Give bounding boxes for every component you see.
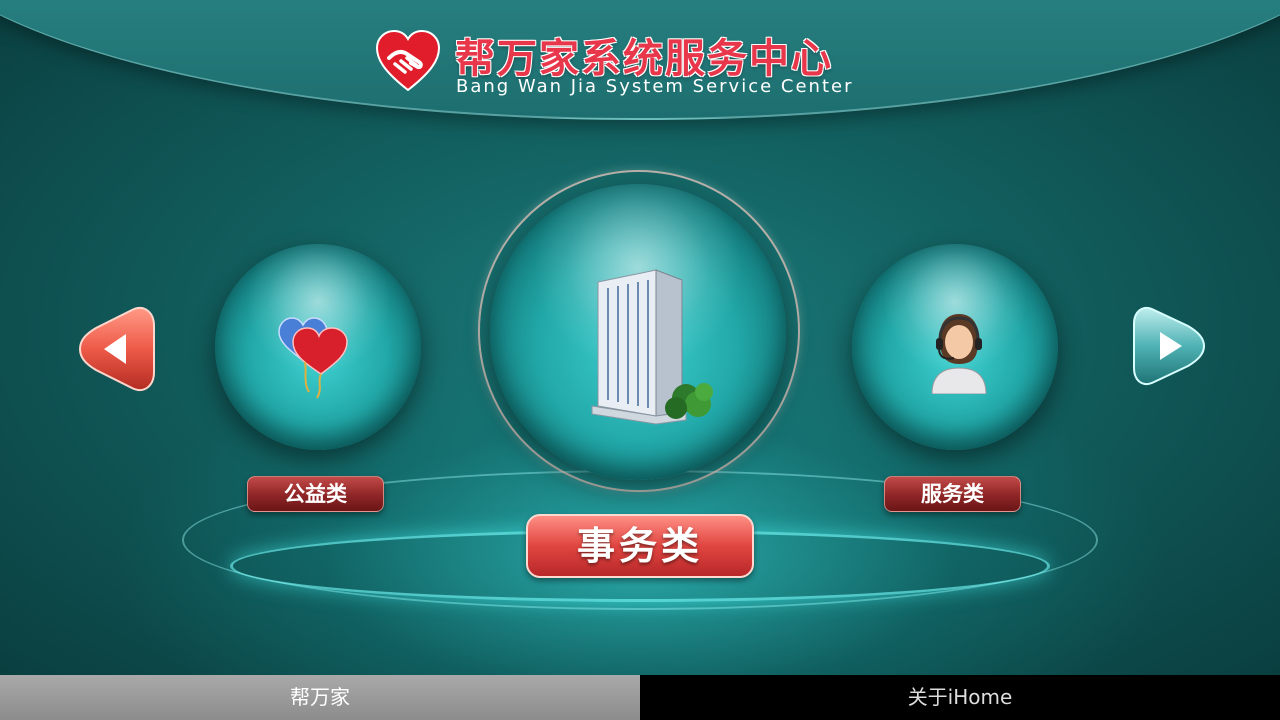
category-orb-affairs[interactable] xyxy=(490,184,786,480)
app-subtitle: Bang Wan Jia System Service Center xyxy=(456,76,854,97)
tab-bangwanjia[interactable]: 帮万家 xyxy=(0,675,640,720)
arrow-left-icon[interactable] xyxy=(74,306,158,392)
category-label-affairs[interactable]: 事务类 xyxy=(526,514,754,578)
category-label-public-welfare[interactable]: 公益类 xyxy=(247,476,384,512)
heart-handshake-icon xyxy=(375,29,441,92)
arrow-right-icon[interactable] xyxy=(1130,306,1210,386)
main-stage: 帮万家系统服务中心 Bang Wan Jia System Service Ce… xyxy=(0,0,1280,675)
heart-balloons-icon xyxy=(278,317,348,399)
category-orb-services[interactable] xyxy=(852,244,1058,450)
category-label-services[interactable]: 服务类 xyxy=(884,476,1021,512)
bottom-tab-bar: 帮万家 关于iHome xyxy=(0,675,1280,720)
tab-about-ihome[interactable]: 关于iHome xyxy=(640,675,1280,720)
office-building-icon xyxy=(591,269,713,425)
category-orb-public-welfare[interactable] xyxy=(215,244,421,450)
customer-service-agent-icon xyxy=(931,314,987,394)
